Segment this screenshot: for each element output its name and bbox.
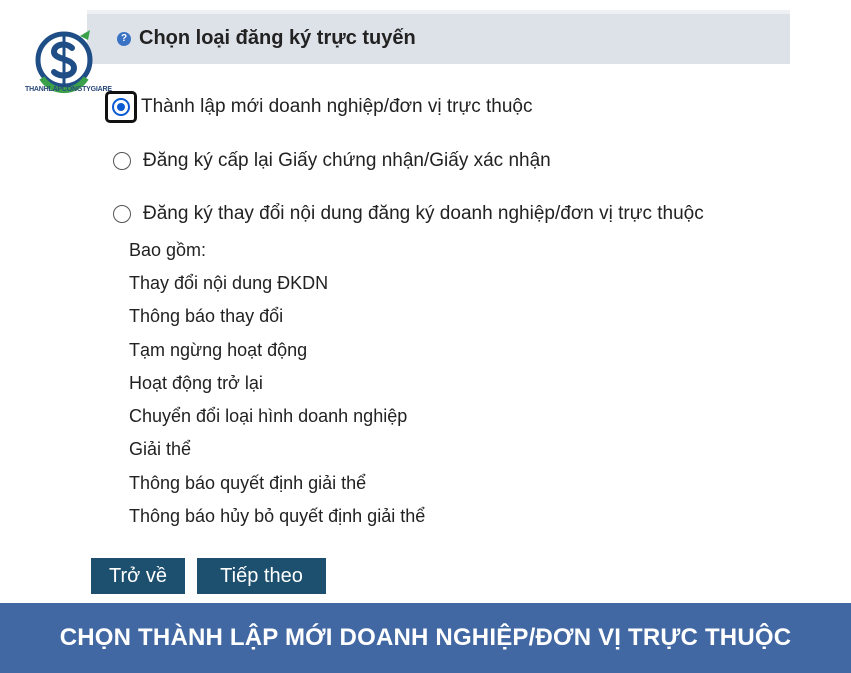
option-label: Thành lập mới doanh nghiệp/đơn vị trực t… — [141, 96, 533, 117]
panel-title: Chọn loại đăng ký trực tuyến — [139, 27, 416, 49]
list-item: Thông báo hủy bỏ quyết định giải thể — [129, 506, 426, 526]
caption-text: CHỌN THÀNH LẬP MỚI DOANH NGHIỆP/ĐƠN VỊ T… — [59, 624, 792, 651]
back-button[interactable]: Trở về — [91, 558, 185, 594]
list-item: Thông báo thay đổi — [129, 306, 284, 326]
caption-banner: CHỌN THÀNH LẬP MỚI DOANH NGHIỆP/ĐƠN VỊ T… — [0, 603, 851, 673]
list-item: Tạm ngừng hoạt động — [129, 340, 308, 360]
option-label: Đăng ký cấp lại Giấy chứng nhận/Giấy xác… — [143, 150, 551, 171]
includes-label: Bao gồm: — [129, 240, 207, 260]
option-reissue-certificate[interactable]: Đăng ký cấp lại Giấy chứng nhận/Giấy xác… — [113, 150, 551, 172]
next-button[interactable]: Tiếp theo — [197, 558, 326, 594]
option-change-registration[interactable]: Đăng ký thay đổi nội dung đăng ký doanh … — [113, 203, 704, 225]
list-item: Thông báo quyết định giải thể — [129, 473, 367, 493]
radio-reissue-certificate[interactable] — [113, 152, 131, 170]
info-icon: ? — [117, 32, 131, 46]
radio-new-enterprise[interactable] — [112, 98, 130, 116]
radio-change-registration[interactable] — [113, 205, 131, 223]
option-label: Đăng ký thay đổi nội dung đăng ký doanh … — [143, 203, 704, 224]
list-item: Chuyển đổi loại hình doanh nghiệp — [129, 406, 408, 426]
list-item: Thay đổi nội dung ĐKDN — [129, 273, 329, 293]
list-item: Hoạt động trở lại — [129, 373, 263, 393]
radio-focus-ring — [105, 91, 137, 123]
logo-wordmark: THANHLAPCONGTYGIARE — [25, 86, 112, 93]
list-item: Giải thể — [129, 439, 192, 459]
option-new-enterprise[interactable]: Thành lập mới doanh nghiệp/đơn vị trực t… — [105, 91, 532, 123]
